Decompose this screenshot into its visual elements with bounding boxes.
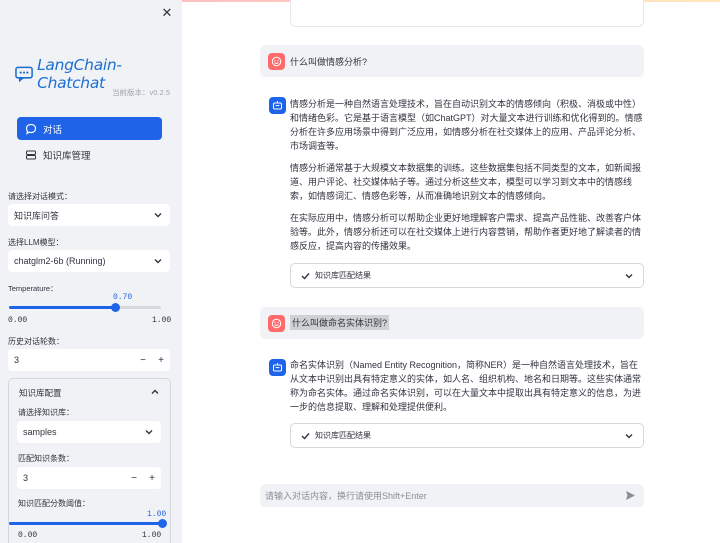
chat-bubble-icon	[25, 123, 37, 135]
temperature-slider[interactable]	[9, 303, 161, 312]
menu-item-label: 知识库管理	[43, 150, 91, 162]
kb-results-expander[interactable]: 知识库匹配结果	[290, 263, 644, 288]
database-icon	[26, 150, 36, 159]
user-message-text: 什么叫做情感分析?	[290, 57, 368, 67]
temperature-value: 0.70	[113, 293, 133, 302]
history-label: 历史对话轮数：	[8, 337, 64, 346]
chevron-up-icon[interactable]	[151, 389, 159, 395]
version-label: 当前版本：v0.2.5	[112, 88, 170, 97]
chat-input[interactable]: 请输入对话内容，换行请使用Shift+Enter	[260, 484, 644, 507]
chevron-down-icon	[145, 430, 153, 435]
menu-item-label: 对话	[43, 124, 63, 136]
robot-icon	[273, 363, 282, 372]
user-message: 什么叫做命名实体识别?	[260, 307, 644, 339]
send-icon[interactable]	[625, 490, 636, 501]
chat-input-placeholder: 请输入对话内容，换行请使用Shift+Enter	[265, 491, 427, 501]
previous-expander[interactable]	[290, 0, 644, 27]
menu-item-kb-management[interactable]: 知识库管理	[17, 143, 162, 166]
history-value: 3	[14, 355, 20, 365]
smiley-icon	[271, 318, 282, 329]
assistant-paragraph: 在实际应用中，情感分析可以帮助企业更好地理解客户需求、提高产品性能、改善客户体验…	[290, 213, 642, 251]
threshold-slider[interactable]	[9, 519, 167, 528]
kb-results-label: 知识库匹配结果	[315, 431, 371, 440]
chevron-down-icon	[154, 213, 162, 218]
chevron-down-icon	[154, 259, 162, 264]
kb-results-expander[interactable]: 知识库匹配结果	[290, 423, 644, 448]
chevron-down-icon	[625, 433, 633, 438]
threshold-fill	[9, 522, 162, 525]
chat-logo-icon	[15, 66, 33, 82]
assistant-paragraph: 情感分析是一种自然语言处理技术，旨在自动识别文本的情感倾向（积极、消极或中性）和…	[290, 99, 643, 151]
chevron-down-icon	[625, 273, 633, 278]
history-increment-button[interactable]: +	[152, 355, 170, 366]
threshold-value: 1.00	[147, 510, 167, 519]
llm-model-select[interactable]: chatglm2-6b (Running)	[8, 250, 170, 272]
llm-model-value: chatglm2-6b (Running)	[14, 256, 106, 266]
kb-select[interactable]: samples	[17, 421, 161, 443]
threshold-max: 1.00	[142, 531, 162, 540]
history-decrement-button[interactable]: −	[134, 355, 152, 366]
menu-item-chat[interactable]: 对话	[17, 117, 162, 140]
history-stepper[interactable]: 3 − +	[8, 349, 170, 371]
match-count-value: 3	[23, 473, 29, 483]
sidebar: ✕ LangChain-Chatchat 当前版本：v0.2.5 对话 知识库管…	[0, 0, 182, 543]
kb-config-expander: 知识库配置 请选择知识库： samples 匹配知识条数： 3 − + 知识匹配…	[8, 378, 171, 543]
smiley-icon	[271, 56, 282, 67]
match-count-decrement-button[interactable]: −	[125, 473, 143, 484]
temperature-thumb[interactable]	[110, 303, 120, 312]
threshold-thumb[interactable]	[157, 519, 167, 528]
temperature-fill	[9, 306, 116, 309]
assistant-avatar	[269, 359, 286, 376]
kb-select-label: 请选择知识库：	[18, 408, 74, 417]
kb-results-label: 知识库匹配结果	[315, 271, 371, 280]
checkmark-icon	[301, 432, 310, 440]
robot-icon	[273, 101, 282, 110]
dialog-mode-label: 请选择对话模式：	[8, 192, 72, 201]
dialog-mode-select[interactable]: 知识库问答	[8, 204, 170, 226]
temperature-min: 0.00	[8, 316, 28, 325]
temperature-max: 1.00	[152, 316, 172, 325]
assistant-paragraph: 命名实体识别（Named Entity Recognition，简称NER）是一…	[290, 360, 642, 412]
threshold-min: 0.00	[18, 531, 38, 540]
checkmark-icon	[301, 272, 310, 280]
user-message-text: 什么叫做命名实体识别?	[290, 315, 390, 330]
user-message: 什么叫做情感分析?	[260, 45, 644, 77]
match-count-label: 匹配知识条数：	[18, 454, 74, 463]
kb-select-value: samples	[23, 427, 57, 437]
kb-config-title[interactable]: 知识库配置	[19, 387, 62, 399]
match-count-increment-button[interactable]: +	[143, 473, 161, 484]
match-count-stepper[interactable]: 3 − +	[17, 467, 161, 489]
close-sidebar-button[interactable]: ✕	[160, 6, 174, 20]
user-avatar	[268, 315, 285, 332]
assistant-paragraph: 情感分析通常基于大规模文本数据集的训练。这些数据集包括不同类型的文本，如新闻报道…	[290, 163, 642, 201]
threshold-label: 知识匹配分数阈值：	[18, 499, 90, 508]
assistant-avatar	[269, 97, 286, 114]
user-avatar	[268, 53, 285, 70]
dialog-mode-value: 知识库问答	[14, 210, 60, 221]
llm-model-label: 选择LLM模型：	[8, 238, 64, 247]
temperature-label: Temperature：	[8, 284, 58, 293]
